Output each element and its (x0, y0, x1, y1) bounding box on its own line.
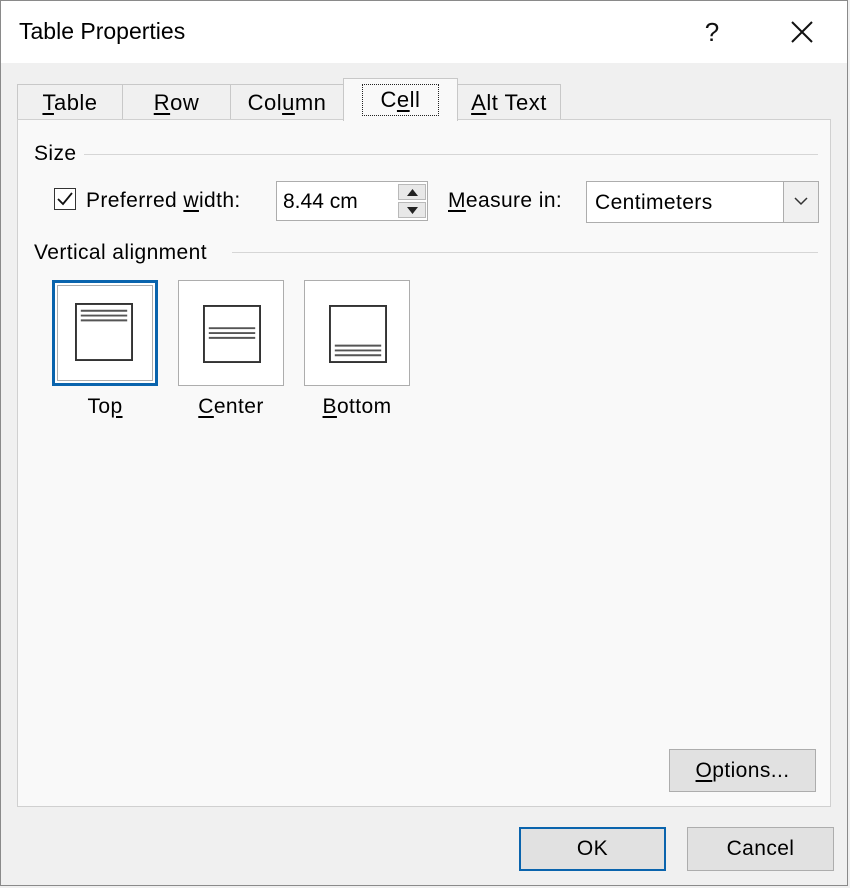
width-spinner (398, 184, 426, 218)
align-top-icon (75, 303, 133, 361)
size-group-label: Size (34, 142, 77, 165)
title-bar: Table Properties ? (1, 1, 847, 63)
tab-column[interactable]: Column (230, 84, 344, 120)
triangle-up-icon (407, 189, 418, 196)
tab-cell[interactable]: Cell (343, 78, 458, 121)
preferred-width-value: 8.44 cm (283, 190, 358, 213)
align-center-button[interactable] (178, 280, 284, 386)
tab-alt-text-mnemonic: A (471, 90, 487, 115)
preferred-width-label: Preferred width: (86, 189, 241, 212)
triangle-down-icon (407, 207, 418, 214)
width-increase-button[interactable] (398, 184, 426, 200)
tab-table-mnemonic: T (42, 90, 54, 115)
align-bottom-button[interactable] (304, 280, 410, 386)
measure-in-dropdown-button[interactable] (783, 182, 818, 222)
tab-row[interactable]: Row (122, 84, 231, 120)
ok-button[interactable]: OK (519, 827, 666, 871)
measure-in-value: Centimeters (595, 191, 713, 214)
align-bottom-icon (329, 305, 387, 363)
chevron-down-icon (794, 197, 808, 206)
align-center-label: Center (198, 395, 264, 418)
dialog-title: Table Properties (19, 18, 186, 44)
table-properties-dialog: Table Properties ? Table Row Column Cell… (0, 0, 848, 886)
align-top-label: Top (87, 395, 123, 418)
options-button[interactable]: Options... (669, 749, 816, 792)
size-divider (84, 154, 818, 155)
width-decrease-button[interactable] (398, 202, 426, 218)
preferred-width-input[interactable]: 8.44 cm (276, 181, 428, 221)
measure-in-select[interactable]: Centimeters (586, 181, 819, 223)
close-button[interactable] (777, 11, 827, 53)
align-center-icon (203, 305, 261, 363)
align-top-button[interactable] (52, 280, 158, 386)
tab-table[interactable]: Table (17, 84, 123, 120)
vertical-alignment-divider (232, 252, 818, 253)
vertical-alignment-group-label: Vertical alignment (34, 241, 207, 264)
tab-alt-text[interactable]: Alt Text (457, 84, 561, 120)
measure-in-label: Measure in: (448, 189, 563, 212)
tab-cell-mnemonic: e (396, 87, 410, 112)
align-bottom-label: Bottom (322, 395, 392, 418)
preferred-width-checkbox[interactable] (54, 188, 76, 210)
tab-cell-focus: Cell (361, 84, 440, 116)
checkmark-icon (57, 192, 73, 206)
cell-tab-panel: Size Preferred width: 8.44 cm Measure in… (17, 119, 831, 807)
tab-row-mnemonic: R (153, 90, 171, 115)
tab-column-mnemonic: u (282, 90, 295, 115)
help-button[interactable]: ? (687, 11, 737, 53)
cancel-button[interactable]: Cancel (687, 827, 834, 871)
close-icon (791, 21, 813, 43)
